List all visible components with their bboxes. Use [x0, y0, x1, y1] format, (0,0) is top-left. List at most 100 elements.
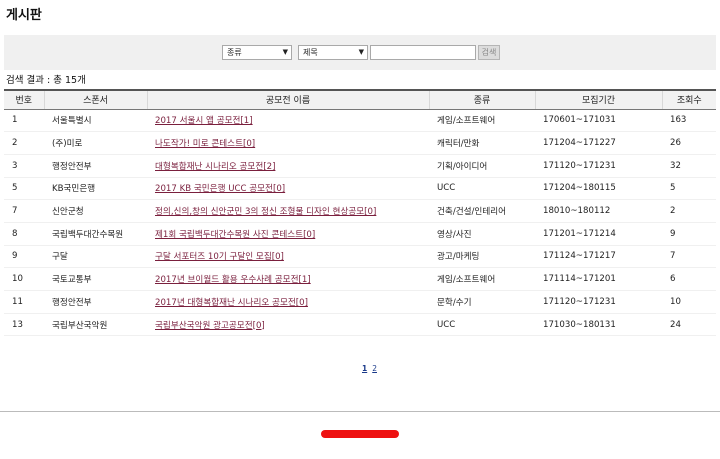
contest-title-link[interactable]: 2017년 대형복합재난 시나리오 공모전[0]: [155, 298, 308, 308]
table-row: 1 서울특별시 2017 서울시 앱 공모전[1] 게임/소프트웨어 170601~17…: [4, 109, 716, 133]
row-period-cell: 171201~171214: [535, 222, 662, 246]
row-title-cell: 정의,신의,창의 신안군민 3의 정신 조형물 디자인 현상공모[0]: [147, 199, 429, 223]
search-button[interactable]: 검색: [478, 45, 500, 60]
table-row: 8 국립백두대간수목원 제1회 국립백두대간수목원 사진 콘테스트[0] 영상/사진 1…: [4, 222, 716, 246]
contest-title-link[interactable]: 2017년 브이월드 활용 우수사례 공모전[1]: [155, 275, 311, 285]
row-type-cell: 영상/사진: [429, 222, 535, 246]
contest-title-link[interactable]: 구달 서포터즈 10기 구달인 모집[0]: [155, 252, 284, 262]
row-sponsor-cell: 행정안전부: [44, 290, 147, 314]
field-select-value: 제목: [303, 48, 318, 57]
row-period-cell: 171120~171231: [535, 290, 662, 314]
row-views-cell: 32: [662, 154, 716, 178]
row-views-cell: 5: [662, 177, 716, 201]
table-row: 11 행정안전부 2017년 대형복합재난 시나리오 공모전[0] 문학/수기 1711…: [4, 290, 716, 314]
dropdown-arrow-icon: ▼: [358, 48, 364, 56]
footer-divider: [0, 411, 720, 412]
row-title-cell: 대형복합재난 시나리오 공모전[2]: [147, 154, 429, 178]
table-row: 13 국립부산국악원 국립부산국악원 광고공모전[0] UCC 171030~18013…: [4, 313, 716, 337]
dropdown-arrow-icon: ▼: [282, 48, 288, 56]
result-count: 검색 결과 : 총 15개: [6, 75, 86, 86]
redaction-mark: [321, 430, 399, 438]
table-header-row: 번호 스폰서 공모전 이름 종류 모집기간 조회수: [4, 89, 716, 110]
row-number-cell: 9: [4, 245, 44, 269]
row-views-cell: 163: [662, 109, 716, 133]
row-number-cell: 2: [4, 131, 44, 155]
contest-title-link[interactable]: 2017 KB 국민은행 UCC 공모전[0]: [155, 184, 285, 194]
row-sponsor-cell: 행정안전부: [44, 154, 147, 178]
contest-table: 번호 스폰서 공모전 이름 종류 모집기간 조회수 1 서울특별시 2017 서울시…: [4, 89, 716, 337]
row-type-cell: 문학/수기: [429, 290, 535, 314]
category-select-value: 종류: [227, 48, 242, 57]
row-period-cell: 171030~180131: [535, 313, 662, 337]
row-sponsor-cell: (주)미로: [44, 131, 147, 155]
header-type: 종류: [428, 89, 535, 110]
row-type-cell: 건축/건설/인테리어: [429, 199, 535, 223]
table-row: 3 행정안전부 대형복합재난 시나리오 공모전[2] 기획/아이디어 171120~17…: [4, 154, 716, 178]
header-period: 모집기간: [534, 89, 662, 110]
row-sponsor-cell: 국립부산국악원: [44, 313, 147, 337]
row-views-cell: 6: [662, 267, 716, 291]
row-type-cell: UCC: [429, 313, 535, 337]
row-number-cell: 1: [4, 109, 44, 133]
header-no: 번호: [4, 89, 44, 110]
contest-title-link[interactable]: 2017 서울시 앱 공모전[1]: [155, 116, 253, 126]
row-type-cell: 게임/소프트웨어: [429, 267, 535, 291]
header-title: 공모전 이름: [146, 89, 429, 110]
row-title-cell: 2017 KB 국민은행 UCC 공모전[0]: [147, 177, 429, 201]
table-row: 9 구달 구달 서포터즈 10기 구달인 모집[0] 광고/마케팅 171124~171…: [4, 245, 716, 269]
row-period-cell: 171204~180115: [535, 177, 662, 201]
row-sponsor-cell: 국립백두대간수목원: [44, 222, 147, 246]
header-sponsor: 스폰서: [43, 89, 147, 110]
row-number-cell: 8: [4, 222, 44, 246]
search-input[interactable]: [370, 45, 476, 60]
row-title-cell: 국립부산국악원 광고공모전[0]: [147, 313, 429, 337]
row-type-cell: 캐릭터/만화: [429, 131, 535, 155]
row-title-cell: 2017년 대형복합재난 시나리오 공모전[0]: [147, 290, 429, 314]
row-number-cell: 10: [4, 267, 44, 291]
row-period-cell: 18010~180112: [535, 199, 662, 223]
row-period-cell: 170601~171031: [535, 109, 662, 133]
row-views-cell: 2: [662, 199, 716, 223]
row-type-cell: 광고/마케팅: [429, 245, 535, 269]
row-number-cell: 3: [4, 154, 44, 178]
contest-title-link[interactable]: 국립부산국악원 광고공모전[0]: [155, 321, 265, 331]
row-number-cell: 13: [4, 313, 44, 337]
table-row: 10 국토교통부 2017년 브이월드 활용 우수사례 공모전[1] 게임/소프트웨어…: [4, 267, 716, 291]
row-views-cell: 26: [662, 131, 716, 155]
search-bar: 종류 ▼ 제목 ▼ 검색: [4, 35, 716, 70]
row-number-cell: 7: [4, 199, 44, 223]
header-views: 조회수: [661, 89, 716, 110]
contest-title-link[interactable]: 정의,신의,창의 신안군민 3의 정신 조형물 디자인 현상공모[0]: [155, 207, 376, 217]
contest-title-link[interactable]: 나도작가! 미로 콘테스트[0]: [155, 139, 255, 149]
row-period-cell: 171124~171217: [535, 245, 662, 269]
row-period-cell: 171120~171231: [535, 154, 662, 178]
row-views-cell: 24: [662, 313, 716, 337]
row-number-cell: 11: [4, 290, 44, 314]
page-title: 게시판: [6, 8, 42, 23]
row-sponsor-cell: KB국민은행: [44, 177, 147, 201]
row-sponsor-cell: 국토교통부: [44, 267, 147, 291]
row-views-cell: 7: [662, 245, 716, 269]
contest-title-link[interactable]: 제1회 국립백두대간수목원 사진 콘테스트[0]: [155, 230, 315, 240]
pagination: 12: [362, 364, 382, 373]
field-select[interactable]: 제목 ▼: [298, 45, 368, 60]
page-link-2[interactable]: 2: [372, 364, 377, 373]
row-type-cell: 기획/아이디어: [429, 154, 535, 178]
row-number-cell: 5: [4, 177, 44, 201]
row-views-cell: 9: [662, 222, 716, 246]
row-title-cell: 2017년 브이월드 활용 우수사례 공모전[1]: [147, 267, 429, 291]
row-type-cell: UCC: [429, 177, 535, 201]
row-title-cell: 나도작가! 미로 콘테스트[0]: [147, 131, 429, 155]
row-title-cell: 구달 서포터즈 10기 구달인 모집[0]: [147, 245, 429, 269]
row-views-cell: 10: [662, 290, 716, 314]
row-title-cell: 2017 서울시 앱 공모전[1]: [147, 109, 429, 133]
row-title-cell: 제1회 국립백두대간수목원 사진 콘테스트[0]: [147, 222, 429, 246]
row-period-cell: 171114~171201: [535, 267, 662, 291]
row-sponsor-cell: 신안군청: [44, 199, 147, 223]
row-sponsor-cell: 구달: [44, 245, 147, 269]
page-link-1[interactable]: 1: [362, 364, 367, 373]
row-type-cell: 게임/소프트웨어: [429, 109, 535, 133]
row-sponsor-cell: 서울특별시: [44, 109, 147, 133]
contest-title-link[interactable]: 대형복합재난 시나리오 공모전[2]: [155, 162, 275, 172]
category-select[interactable]: 종류 ▼: [222, 45, 292, 60]
